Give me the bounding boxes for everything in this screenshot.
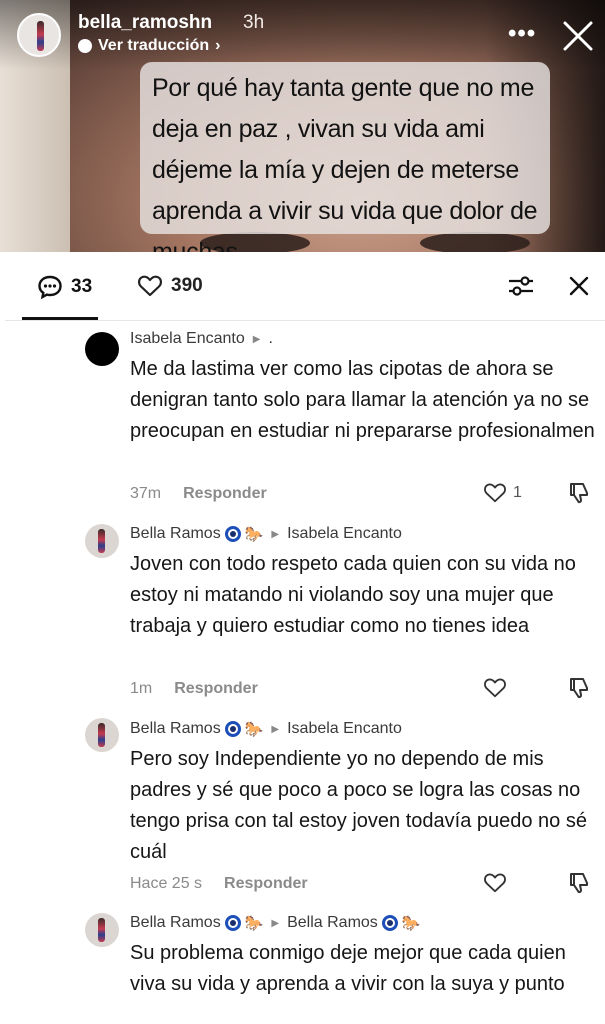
nazar-eye-emoji	[224, 915, 241, 931]
filter-sliders-icon[interactable]	[507, 274, 535, 298]
avatar[interactable]	[85, 524, 119, 558]
likes-count: 390	[171, 275, 203, 296]
comment-text: Joven con todo respeto cada quien con su…	[130, 553, 576, 637]
comment-header: Bella Ramos 🐎 ▶ Isabela Encanto	[130, 525, 402, 543]
play-icon: ▶	[252, 333, 261, 345]
close-icon[interactable]	[568, 275, 590, 297]
comment-time: Hace 25 s	[130, 875, 203, 892]
comment-author[interactable]: Isabela Encanto	[130, 330, 245, 348]
more-icon[interactable]: •••	[508, 20, 536, 48]
nazar-eye-emoji	[224, 526, 241, 542]
horse-emoji: 🐎	[401, 915, 421, 932]
avatar[interactable]	[85, 718, 119, 752]
comment-author[interactable]: Bella Ramos	[130, 525, 221, 543]
comment-meta: Hace 25 s Responder	[130, 875, 308, 893]
play-icon: ▶	[271, 723, 280, 735]
avatar[interactable]	[85, 332, 119, 366]
nazar-eye-emoji	[224, 721, 241, 737]
comment-meta: 37m Responder	[130, 485, 267, 503]
heart-icon[interactable]	[483, 677, 507, 699]
heart-icon	[138, 275, 162, 297]
horse-emoji: 🐎	[244, 721, 264, 738]
comments-sheet: 33 390 Isabela Encanto ▶ . Me da lastima…	[5, 252, 605, 1024]
reply-button[interactable]: Responder	[174, 680, 258, 698]
sheet-tabs: 33 390	[5, 252, 605, 321]
comment-text: Su problema conmigo deje mejor que cada …	[130, 942, 566, 995]
play-icon: ▶	[271, 528, 280, 540]
translate-icon	[78, 39, 92, 53]
tab-comments[interactable]: 33	[37, 274, 92, 300]
comments-count: 33	[71, 276, 93, 297]
reply-button[interactable]: Responder	[183, 485, 267, 503]
tab-likes[interactable]: 390	[137, 274, 203, 298]
comment-header: Isabela Encanto ▶ .	[130, 330, 273, 348]
dislike-icon[interactable]	[567, 871, 591, 895]
comment-text: Pero soy Independiente yo no dependo de …	[130, 748, 587, 863]
comment-author[interactable]: Bella Ramos	[130, 720, 221, 738]
translate-label: Ver traducción	[98, 37, 210, 54]
comment-text: Me da lastima ver como las cipotas de ah…	[130, 358, 595, 442]
story-avatar[interactable]	[17, 13, 61, 57]
dislike-icon[interactable]	[567, 481, 591, 505]
story-text-box: Por qué hay tanta gente que no me deja e…	[140, 62, 550, 266]
comment-author-suffix: .	[268, 330, 273, 347]
comment-header: Bella Ramos 🐎 ▶ Isabela Encanto	[130, 720, 402, 738]
active-tab-indicator	[22, 317, 98, 320]
comment-time: 37m	[130, 485, 162, 502]
reply-button[interactable]: Responder	[224, 875, 308, 893]
horse-emoji: 🐎	[244, 915, 264, 932]
avatar[interactable]	[85, 913, 119, 947]
comment-time: 1m	[130, 680, 153, 697]
translate-link[interactable]: Ver traducción ›	[78, 37, 220, 55]
reply-to-name[interactable]: Bella Ramos	[287, 914, 378, 932]
story-time: 3h	[243, 12, 265, 33]
reply-to-name[interactable]: Isabela Encanto	[287, 720, 402, 738]
reply-to-name[interactable]: Isabela Encanto	[287, 525, 402, 543]
play-icon: ▶	[271, 917, 280, 929]
story-username[interactable]: bella_ramoshn	[78, 12, 212, 34]
heart-icon[interactable]	[483, 872, 507, 894]
comment-like-count: 1	[513, 484, 522, 501]
comment-bubble-icon	[38, 275, 62, 300]
story-text: Por qué hay tanta gente que no me deja e…	[152, 74, 538, 266]
comment-header: Bella Ramos 🐎 ▶ Bella Ramos 🐎	[130, 914, 420, 932]
chevron-right-icon: ›	[215, 37, 221, 54]
nazar-eye-emoji	[381, 915, 398, 931]
comment-author[interactable]: Bella Ramos	[130, 914, 221, 932]
heart-icon[interactable]	[483, 482, 507, 504]
comment-meta: 1m Responder	[130, 680, 258, 698]
horse-emoji: 🐎	[244, 526, 264, 543]
dislike-icon[interactable]	[567, 676, 591, 700]
close-icon[interactable]	[560, 18, 596, 54]
